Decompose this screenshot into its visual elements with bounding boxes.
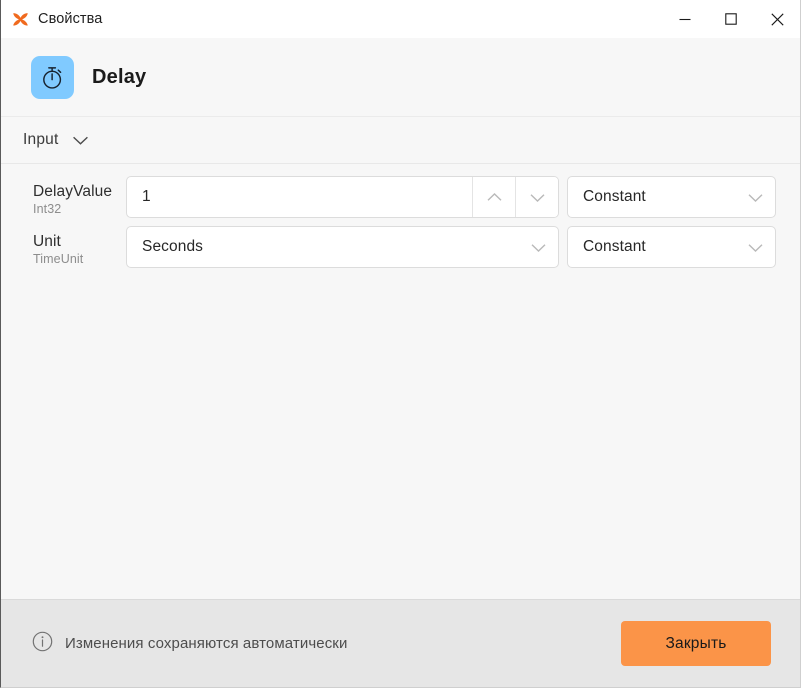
close-button[interactable]: Закрыть — [621, 621, 771, 666]
activity-title: Delay — [92, 65, 147, 88]
unit-mode-value: Constant — [583, 238, 646, 255]
window-title-bar: Свойства — [1, 0, 800, 38]
chevron-up-icon — [487, 192, 501, 201]
title-bar-left: Свойства — [1, 0, 662, 38]
maximize-button[interactable] — [708, 0, 754, 38]
properties-window: Свойства Delay Input DelayValue Int32 1 … — [0, 0, 801, 688]
autosave-notice: Изменения сохраняются автоматически — [32, 631, 347, 657]
chevron-down-icon[interactable] — [735, 227, 775, 267]
chevron-down-icon[interactable] — [735, 177, 775, 217]
section-label: Input — [23, 131, 59, 148]
stopwatch-icon — [31, 55, 74, 99]
window-title: Свойства — [38, 10, 103, 27]
field-row-unit: Unit TimeUnit Seconds Constant — [1, 226, 800, 276]
minimize-icon — [679, 18, 691, 21]
field-name: DelayValue — [33, 183, 113, 200]
field-label-group-unit: Unit TimeUnit — [33, 226, 126, 267]
delayvalue-number-field[interactable]: 1 — [126, 176, 559, 218]
field-type: Int32 — [33, 202, 62, 217]
dialog-footer: Изменения сохраняются автоматически Закр… — [1, 599, 800, 687]
close-icon — [770, 12, 784, 26]
minimize-button[interactable] — [662, 0, 708, 38]
unit-dropdown[interactable]: Seconds — [126, 226, 559, 268]
field-row-delayvalue: DelayValue Int32 1 Constant — [1, 176, 800, 226]
chevron-down-icon[interactable] — [72, 135, 89, 146]
field-name: Unit — [33, 233, 61, 250]
chevron-down-icon — [530, 193, 544, 202]
maximize-icon — [725, 13, 737, 25]
field-type: TimeUnit — [33, 252, 84, 267]
window-controls — [662, 0, 800, 38]
activity-header: Delay — [1, 38, 800, 116]
field-label-group-delayvalue: DelayValue Int32 — [33, 176, 126, 217]
autosave-text: Изменения сохраняются автоматически — [65, 635, 348, 652]
chevron-down-icon[interactable] — [518, 227, 558, 267]
delayvalue-increment-button[interactable] — [472, 177, 515, 217]
info-circle-icon — [32, 631, 53, 657]
section-input-header[interactable]: Input — [1, 116, 800, 164]
unit-value: Seconds — [142, 238, 204, 255]
delayvalue-decrement-button[interactable] — [515, 177, 558, 217]
close-window-button[interactable] — [754, 0, 800, 38]
uipath-butterfly-icon — [12, 11, 29, 28]
delayvalue-mode-dropdown[interactable]: Constant — [567, 176, 776, 218]
delayvalue-input[interactable]: 1 — [127, 177, 472, 217]
delayvalue-mode-value: Constant — [583, 188, 646, 205]
properties-form: DelayValue Int32 1 Constant Unit TimeUni… — [1, 164, 800, 599]
unit-mode-dropdown[interactable]: Constant — [567, 226, 776, 268]
